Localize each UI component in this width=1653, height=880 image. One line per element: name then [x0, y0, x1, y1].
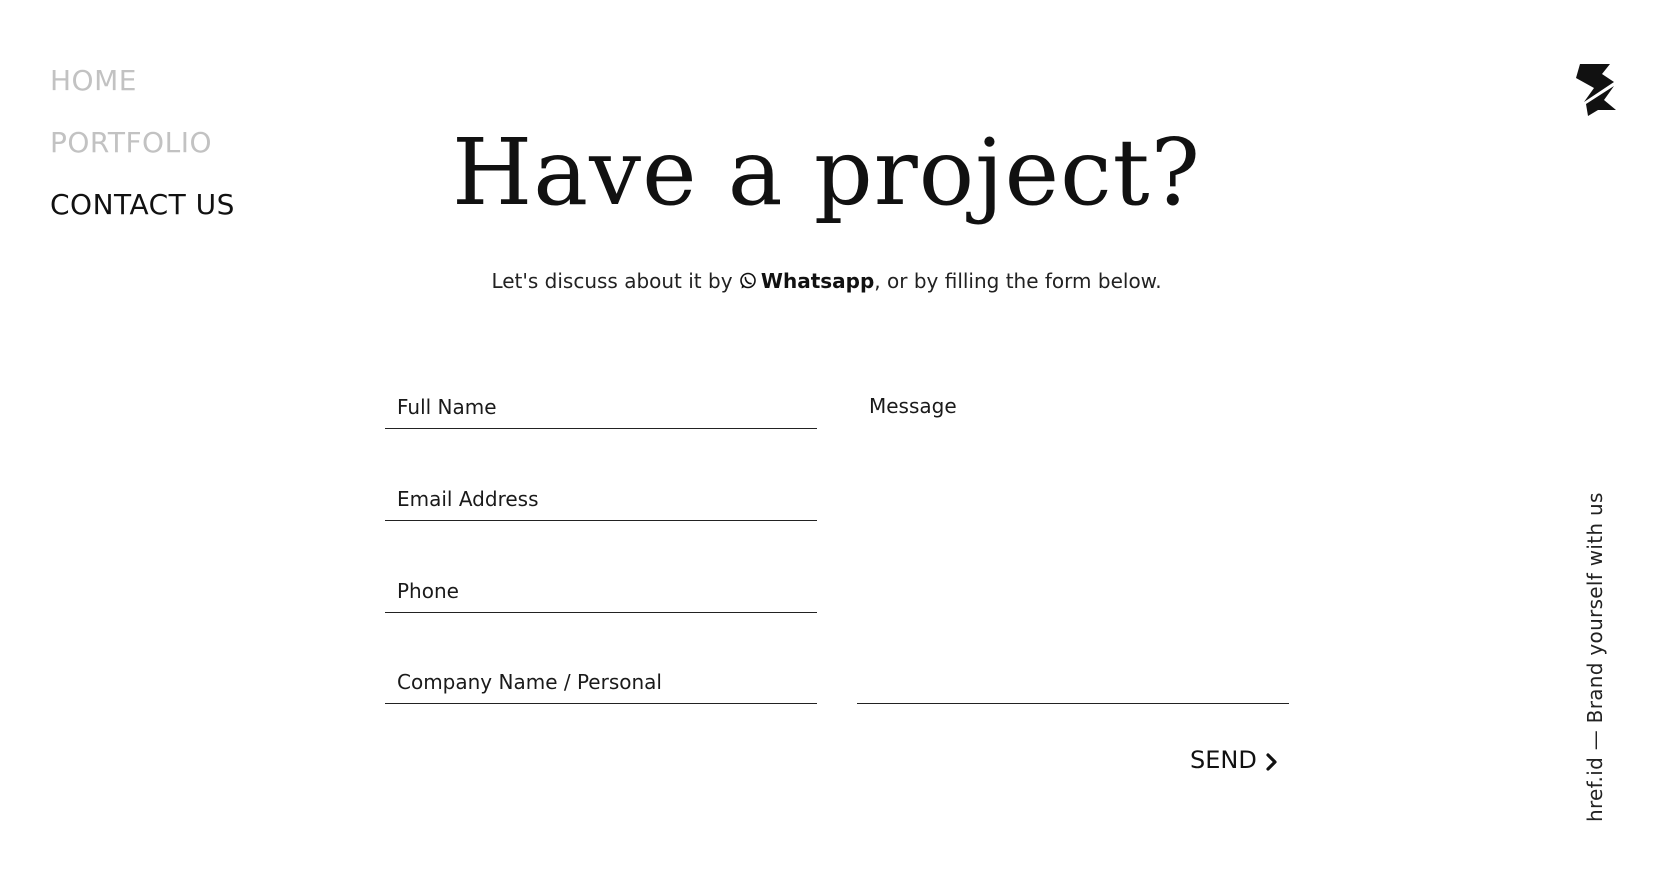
full-name-field[interactable] — [385, 385, 817, 429]
company-field[interactable] — [385, 660, 817, 704]
subtitle-text-suffix: , or by filling the form below. — [874, 269, 1162, 293]
chevron-right-icon — [1265, 750, 1279, 771]
message-field[interactable] — [857, 388, 1289, 704]
nav-item-home[interactable]: HOME — [50, 64, 235, 98]
subtitle-text-prefix: Let's discuss about it by — [491, 269, 739, 293]
phone-field[interactable] — [385, 569, 817, 613]
whatsapp-link-label: Whatsapp — [760, 269, 875, 293]
brand-logo-icon[interactable] — [1574, 62, 1616, 116]
send-button[interactable]: SEND — [1190, 742, 1279, 778]
email-field[interactable] — [385, 477, 817, 521]
send-button-label: SEND — [1190, 746, 1257, 774]
page-subtitle: Let's discuss about it by Whatsapp, or b… — [0, 268, 1653, 294]
page-title: Have a project? — [452, 119, 1201, 226]
whatsapp-link[interactable]: Whatsapp — [739, 269, 874, 293]
vertical-tagline: href.id — Brand yourself with us — [1583, 492, 1607, 822]
whatsapp-icon — [739, 270, 757, 289]
